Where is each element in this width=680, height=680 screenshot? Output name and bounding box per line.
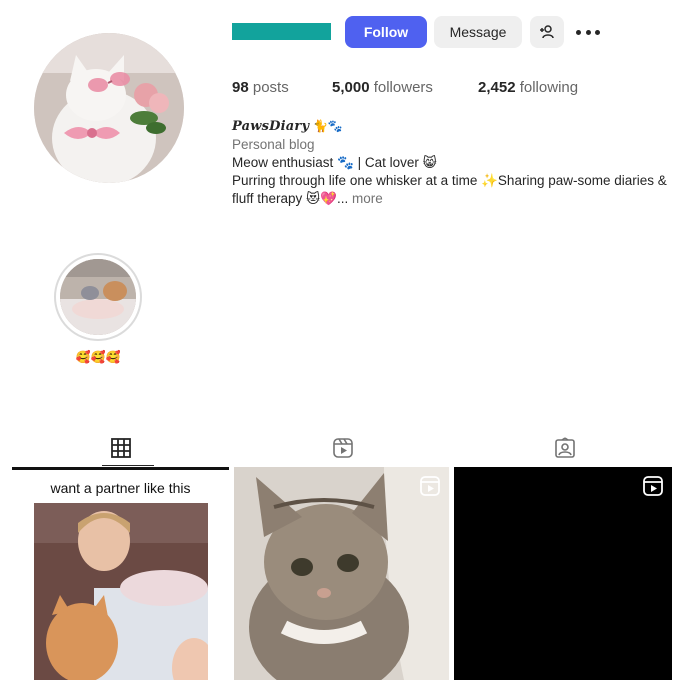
bio-category: Personal blog (232, 137, 315, 152)
highlight-cover (60, 259, 136, 335)
highlight-label: 🥰🥰🥰 (75, 350, 121, 364)
followers-count: 5,000 (332, 79, 370, 96)
grid-icon (111, 438, 131, 458)
profile-avatar[interactable] (34, 33, 184, 183)
post-tile[interactable] (234, 467, 449, 680)
highlight-cat-photo (60, 259, 136, 335)
reel-badge-icon (643, 476, 663, 496)
add-person-icon (540, 25, 554, 39)
profile-bio: PawsDiary 🐈🐾 Personal blog Meow enthusia… (232, 117, 677, 208)
more-options-icon[interactable] (576, 22, 600, 42)
post-grid: want a partner like this (12, 467, 672, 680)
reel-badge-icon (420, 476, 440, 496)
bio-ellipsis: ... (336, 191, 349, 206)
bio-line-1: Meow enthusiast 🐾 | Cat lover 😸 (232, 155, 437, 170)
posts-stat[interactable]: 98 posts (232, 79, 289, 96)
post-tile[interactable]: want a partner like this (12, 467, 229, 680)
tab-posts[interactable] (89, 430, 154, 466)
tab-tagged[interactable] (533, 430, 597, 466)
following-count: 2,452 (478, 79, 516, 96)
message-button[interactable]: Message (434, 16, 522, 48)
reels-icon (333, 438, 353, 458)
avatar-cat-photo (34, 33, 184, 183)
username-redacted (232, 23, 331, 40)
bio-name: PawsDiary (232, 119, 310, 134)
post-tile[interactable] (454, 467, 672, 680)
bio-name-emoji: 🐈🐾 (312, 119, 343, 133)
following-stat[interactable]: 2,452 following (478, 79, 578, 96)
suggest-user-button[interactable] (530, 16, 564, 48)
tab-reels[interactable] (311, 430, 375, 466)
posts-label: posts (252, 79, 289, 96)
following-label: following (519, 79, 579, 96)
followers-stat[interactable]: 5,000 followers (332, 79, 433, 96)
follow-button[interactable]: Follow (345, 16, 427, 48)
story-highlight[interactable] (54, 253, 142, 341)
bio-more-link[interactable]: more (352, 191, 383, 206)
post-caption: want a partner like this (50, 480, 191, 496)
followers-label: followers (373, 79, 433, 96)
profile-tabs (12, 430, 672, 467)
bio-line-2: Purring through life one whisker at a ti… (232, 173, 667, 206)
post-photo (34, 503, 208, 680)
post-photo (234, 467, 449, 680)
tagged-icon (555, 437, 575, 458)
posts-count: 98 (232, 79, 249, 96)
